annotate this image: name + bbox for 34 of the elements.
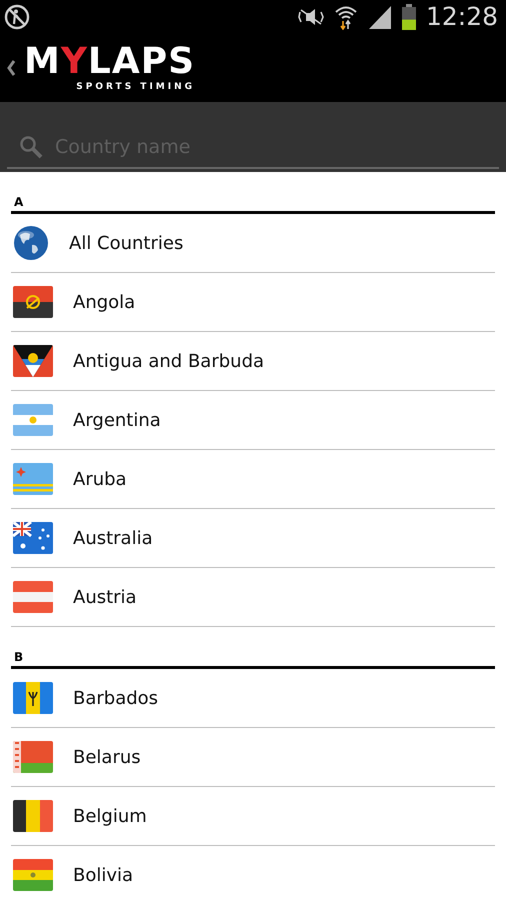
flag-icon [13, 463, 53, 495]
country-item[interactable]: Angola [11, 273, 495, 332]
flag-icon [13, 404, 53, 436]
country-item[interactable]: Argentina [11, 391, 495, 450]
country-item[interactable]: Austria [11, 568, 495, 627]
signal-icon [368, 4, 392, 28]
country-item[interactable]: Belgium [11, 787, 495, 846]
search-icon [19, 135, 43, 159]
flag-icon [13, 800, 53, 832]
flag-icon [13, 741, 53, 773]
country-item[interactable]: Bolivia [11, 846, 495, 900]
globe-icon [13, 225, 49, 261]
logo-tagline: SPORTS TIMING [76, 82, 196, 92]
flag-icon [13, 345, 53, 377]
country-item[interactable]: Antigua and Barbuda [11, 332, 495, 391]
country-item[interactable]: All Countries [11, 214, 495, 273]
flag-icon [13, 286, 53, 318]
wifi-icon [334, 4, 358, 30]
back-icon[interactable] [6, 58, 16, 76]
country-item[interactable]: Australia [11, 509, 495, 568]
section-letter: B [14, 650, 24, 664]
country-item[interactable]: Aruba [11, 450, 495, 509]
flag-icon [13, 522, 53, 554]
section-letter: A [14, 195, 24, 209]
country-item[interactable]: Barbados [11, 669, 495, 728]
flag-icon [13, 682, 53, 714]
battery-icon [402, 4, 416, 30]
logo-text: MYLAPS [24, 44, 196, 80]
accessibility-icon [4, 4, 30, 30]
clock-time: 12:28 [426, 4, 498, 29]
flag-icon [13, 859, 53, 891]
flag-icon [13, 581, 53, 613]
country-item[interactable]: Belarus [11, 728, 495, 787]
mute-icon [298, 6, 324, 26]
